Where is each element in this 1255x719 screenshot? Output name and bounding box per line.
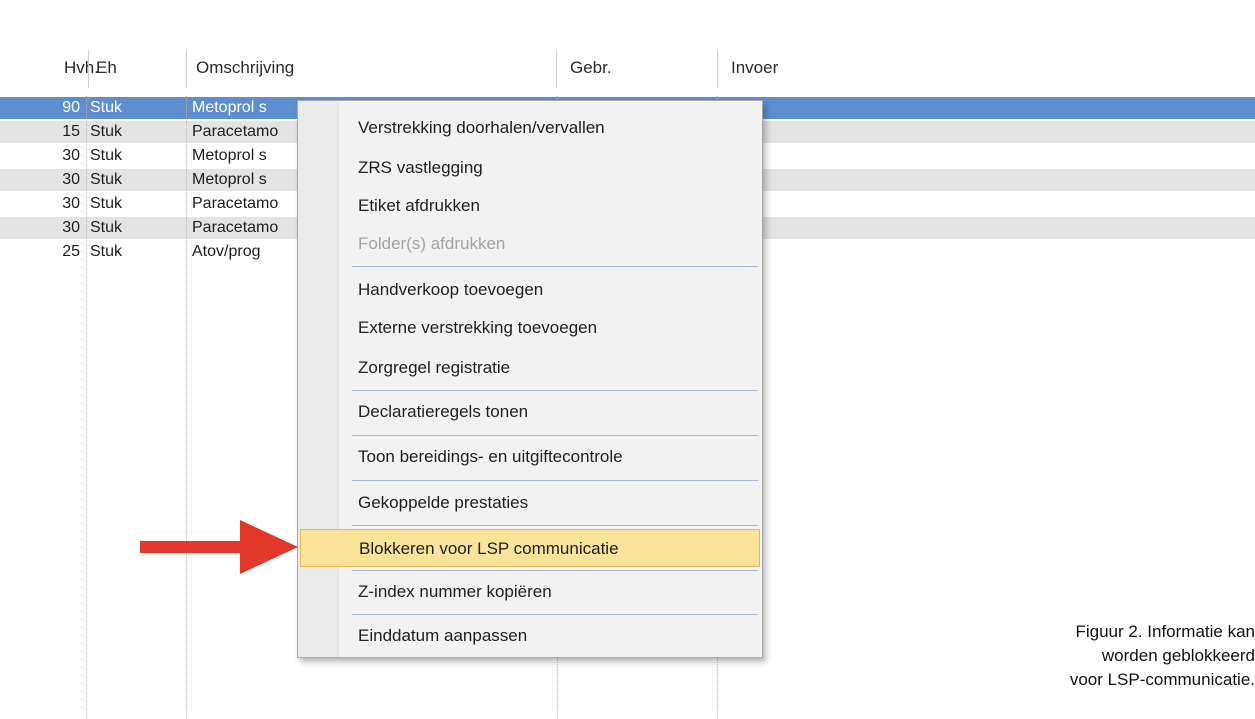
unit-cell: Stuk bbox=[90, 243, 123, 260]
column-separator[interactable] bbox=[88, 50, 89, 88]
column-header-qty[interactable]: Hvh. bbox=[64, 48, 99, 88]
caption-line: voor LSP-communicatie. bbox=[1069, 670, 1255, 689]
column-guide bbox=[86, 96, 87, 719]
unit-cell: Stuk bbox=[90, 171, 123, 188]
unit-cell: Stuk bbox=[90, 99, 123, 116]
column-separator[interactable] bbox=[717, 50, 718, 88]
unit-cell: Stuk bbox=[90, 147, 123, 164]
menu-separator bbox=[352, 525, 758, 526]
menu-item-care-rule-registration[interactable]: Zorgregel registratie bbox=[300, 349, 760, 387]
column-header-entry[interactable]: Invoer bbox=[731, 48, 778, 88]
description-cell: Atov/prog bbox=[192, 243, 261, 260]
description-cell: Paracetamo bbox=[192, 219, 279, 236]
menu-item-add-otc-sale[interactable]: Handverkoop toevoegen bbox=[300, 271, 760, 309]
qty-cell: 30 bbox=[62, 195, 80, 212]
menu-item-cancel-dispensing[interactable]: Verstrekking doorhalen/vervallen bbox=[300, 109, 760, 147]
menu-separator bbox=[352, 570, 758, 571]
menu-item-linked-services[interactable]: Gekoppelde prestaties bbox=[300, 484, 760, 522]
unit-cell: Stuk bbox=[90, 123, 123, 140]
description-cell: Paracetamo bbox=[192, 123, 279, 140]
qty-cell: 30 bbox=[62, 219, 80, 236]
column-separator[interactable] bbox=[556, 50, 557, 88]
qty-cell: 30 bbox=[62, 171, 80, 188]
menu-item-print-label[interactable]: Etiket afdrukken bbox=[300, 187, 760, 225]
unit-cell: Stuk bbox=[90, 195, 123, 212]
menu-item-show-preparation-check[interactable]: Toon bereidings- en uitgiftecontrole bbox=[300, 438, 760, 476]
menu-item-adjust-end-date[interactable]: Einddatum aanpassen bbox=[300, 617, 760, 655]
description-cell: Metoprol s bbox=[192, 99, 267, 116]
column-header-usage[interactable]: Gebr. bbox=[570, 48, 612, 88]
menu-separator bbox=[352, 480, 758, 481]
menu-item-block-lsp-communication[interactable]: Blokkeren voor LSP communicatie bbox=[300, 529, 760, 567]
menu-separator bbox=[352, 390, 758, 391]
column-guide bbox=[186, 96, 187, 719]
arrow-right-icon bbox=[140, 520, 298, 574]
menu-separator bbox=[352, 614, 758, 615]
qty-cell: 90 bbox=[62, 99, 80, 116]
menu-separator bbox=[352, 266, 758, 267]
menu-item-copy-z-index[interactable]: Z-index nummer kopiëren bbox=[300, 573, 760, 611]
menu-item-add-external-dispensing[interactable]: Externe verstrekking toevoegen bbox=[300, 309, 760, 347]
description-cell: Paracetamo bbox=[192, 195, 279, 212]
column-header-unit[interactable]: Eh bbox=[96, 48, 117, 88]
qty-cell: 30 bbox=[62, 147, 80, 164]
caption-line: Figuur 2. Informatie kan bbox=[1075, 622, 1255, 641]
description-cell: Metoprol s bbox=[192, 147, 267, 164]
menu-separator bbox=[352, 435, 758, 436]
description-cell: Metoprol s bbox=[192, 171, 267, 188]
unit-cell: Stuk bbox=[90, 219, 123, 236]
menu-item-show-claim-lines[interactable]: Declaratieregels tonen bbox=[300, 393, 760, 431]
menu-item-zrs-record[interactable]: ZRS vastlegging bbox=[300, 149, 760, 187]
context-menu: Verstrekking doorhalen/vervallen ZRS vas… bbox=[297, 100, 763, 658]
qty-cell: 25 bbox=[62, 243, 80, 260]
screenshot-stage: Hvh. Eh Omschrijving Gebr. Invoer 90 Stu… bbox=[0, 0, 1255, 719]
caption-line: worden geblokkeerd bbox=[1101, 646, 1255, 665]
figure-caption: Figuur 2. Informatie kan worden geblokke… bbox=[995, 620, 1255, 692]
column-header-description[interactable]: Omschrijving bbox=[196, 48, 294, 88]
qty-cell: 15 bbox=[62, 123, 80, 140]
menu-item-print-leaflets: Folder(s) afdrukken bbox=[358, 234, 506, 253]
column-separator[interactable] bbox=[186, 50, 187, 88]
